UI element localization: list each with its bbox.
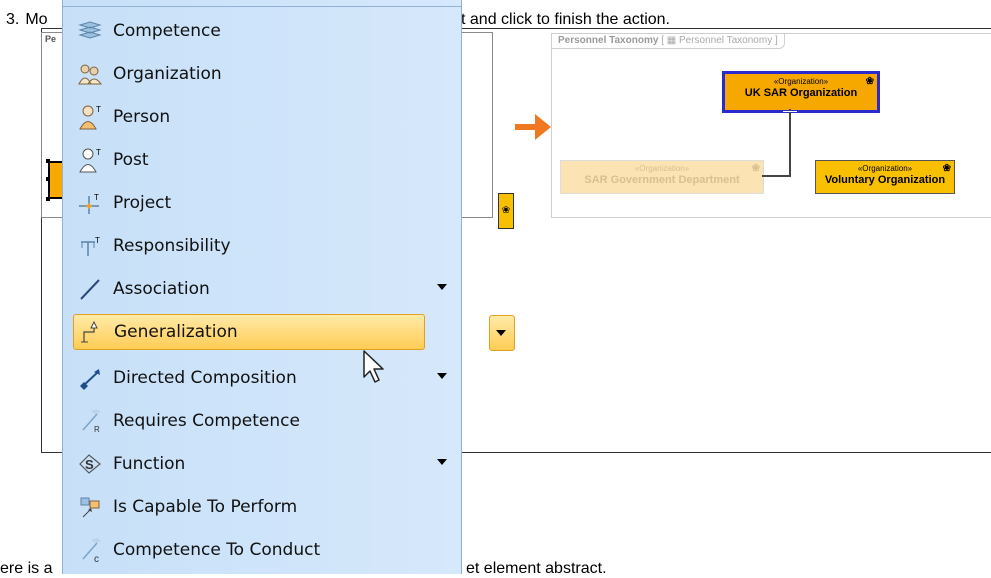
menu-item-label: Person [113,107,171,127]
organization-icon: ❀ [942,163,951,174]
menu-item-is-capable-to-perform[interactable]: Is Capable To Perform [73,488,453,526]
menu-item-post[interactable]: T Post [73,141,453,179]
organization-icon: ❀ [501,205,511,216]
uk-sar-organization-element[interactable]: «Organization» UK SAR Organization ❀ [722,71,880,113]
chevron-down-icon[interactable] [437,459,447,465]
organization-icon: ❀ [865,76,874,87]
step-text-start: Mo [25,11,48,28]
right-diagram: Personnel Taxonomy [ ▦ Personnel Taxonom… [551,33,991,218]
person-icon: T [73,102,107,132]
right-diagram-tab[interactable]: Personnel Taxonomy [ ▦ Personnel Taxonom… [552,34,785,49]
menu-item-label: Requires Competence [113,411,300,431]
organization-icon [73,59,107,89]
arrow-right-icon [515,114,551,140]
stereotype-label: «Organization» [634,164,690,173]
menu-item-label: Is Capable To Perform [113,497,298,517]
element-name: Voluntary Organization [824,174,946,186]
voluntary-organization-element[interactable]: «Organization» Voluntary Organization ❀ [815,160,955,194]
menu-item-association[interactable]: Association [73,270,453,308]
menu-item-responsibility[interactable]: T Responsibility [73,227,453,265]
chevron-down-icon[interactable] [437,284,447,290]
bottom-text-end: et element abstract. [466,560,607,577]
menu-item-competence-to-conduct[interactable]: c Competence To Conduct [73,531,453,569]
tab-ref: Personnel Taxonomy [678,35,773,46]
function-icon: S [73,449,107,479]
svg-text:T: T [95,236,100,245]
responsibility-icon: T [73,231,107,261]
association-icon [73,274,107,304]
element-creation-menu: Competence Organization T Person T Post … [62,0,515,574]
competence-to-conduct-icon: c [73,535,107,565]
svg-text:T: T [94,193,99,202]
left-diagram-tab: Pe [45,34,57,44]
tab-bracket-open: [ [661,35,664,46]
svg-text:c: c [94,554,99,563]
menu-item-label: Competence To Conduct [113,540,321,560]
bottom-text-start: ere is a [0,560,53,577]
element-name: UK SAR Organization [744,87,858,99]
menu-item-competence[interactable]: Competence [73,12,453,50]
tab-bracket-close: ] [774,35,778,46]
svg-text:T: T [96,105,101,114]
menu-item-label: Responsibility [113,236,231,256]
connector-vertical[interactable] [789,109,791,175]
directed-composition-icon [73,363,107,393]
menu-item-project[interactable]: T Project [73,184,453,222]
step-text-end: t and click to finish the action. [461,11,670,28]
svg-text:T: T [96,148,101,157]
generalization-icon [74,317,108,347]
instruction-step: 3. Mo [6,11,48,29]
generalization-dropdown-button[interactable] [489,315,515,351]
menu-item-generalization[interactable]: Generalization [73,314,425,350]
post-icon: T [73,145,107,175]
menu-top-edge [63,0,461,7]
competence-icon [73,16,107,46]
menu-item-person[interactable]: T Person [73,98,453,136]
menu-item-requires-competence[interactable]: R Requires Competence [73,402,453,440]
menu-item-label: Function [113,454,186,474]
is-capable-to-perform-icon [73,492,107,522]
menu-item-label: Organization [113,64,222,84]
svg-text:R: R [94,425,100,434]
menu-item-label: Competence [113,21,221,41]
left-diagram-element-2[interactable]: ❀ [498,193,514,229]
menu-item-directed-composition[interactable]: Directed Composition [73,359,453,397]
menu-item-label: Association [113,279,210,299]
menu-item-organization[interactable]: Organization [73,55,453,93]
chevron-down-icon[interactable] [437,373,447,379]
stereotype-label: «Organization» [773,77,829,86]
stereotype-label: «Organization» [857,164,913,173]
diagram-title: Personnel Taxonomy [558,35,659,46]
menu-item-label: Generalization [114,322,238,342]
menu-item-label: Project [113,193,172,213]
connector-horizontal[interactable] [762,175,791,177]
step-number: 3. [6,11,20,28]
element-name: SAR Government Department [584,174,740,186]
sar-government-department-element[interactable]: «Organization» SAR Government Department… [560,160,764,194]
project-icon: T [73,188,107,218]
mouse-cursor-icon [363,350,384,383]
organization-icon: ❀ [751,163,760,174]
menu-item-label: Post [113,150,149,170]
requires-competence-icon: R [73,406,107,436]
connector-cross [783,111,797,112]
diagram-icon: ▦ [666,35,677,46]
menu-item-function[interactable]: S Function [73,445,453,483]
menu-item-label: Directed Composition [113,368,297,388]
chevron-down-icon [496,330,506,336]
svg-text:S: S [85,457,94,472]
